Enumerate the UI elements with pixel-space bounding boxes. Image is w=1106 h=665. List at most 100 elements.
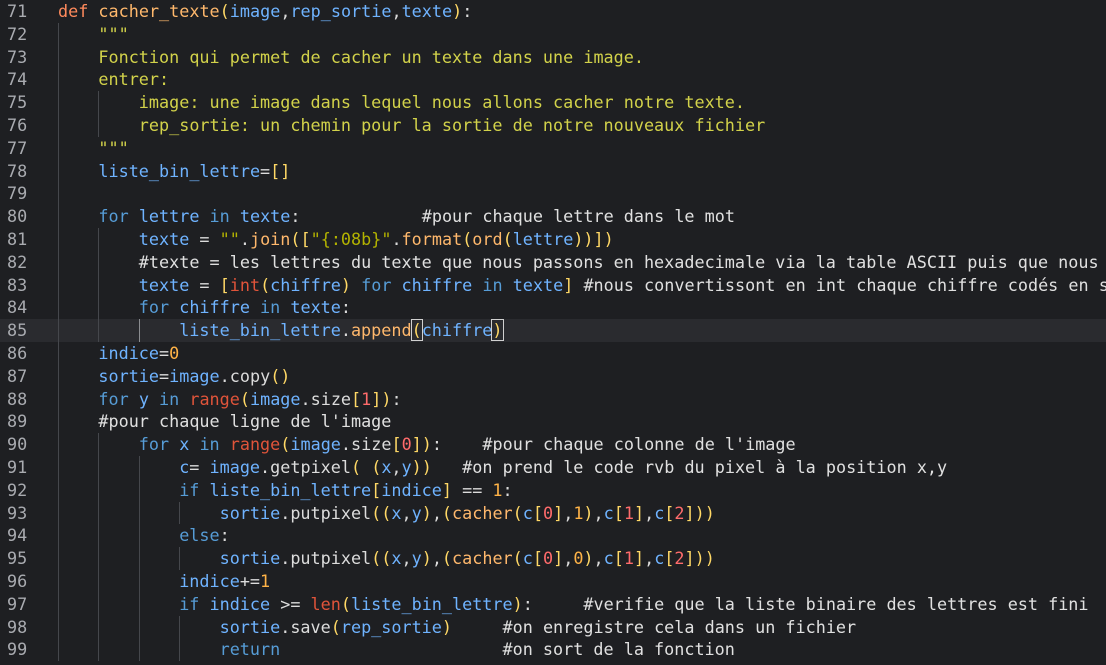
indent-guide xyxy=(58,22,59,46)
code-text[interactable]: liste_bin_lettre=[] xyxy=(98,160,290,183)
code-token: len xyxy=(310,593,341,614)
code-token: image xyxy=(249,388,301,409)
code-text[interactable]: #pour chaque ligne de l'image xyxy=(98,410,391,433)
code-text[interactable]: entrer: xyxy=(98,68,169,91)
code-text[interactable]: indice+=1 xyxy=(179,570,270,593)
code-line[interactable]: 78 liste_bin_lettre=[] xyxy=(0,159,1106,183)
code-text[interactable]: indice=0 xyxy=(98,342,179,365)
code-line[interactable]: 87 sortie=image.copy() xyxy=(0,364,1106,388)
code-token: c xyxy=(522,548,533,569)
code-token: 2 xyxy=(674,548,685,569)
code-token: ( xyxy=(371,457,382,477)
code-editor[interactable]: 71 def cacher_texte(image,rep_sortie,text… xyxy=(0,0,1106,665)
code-text[interactable]: sortie.save(rep_sortie) #on enregistre c… xyxy=(220,616,857,639)
code-text[interactable]: if indice >= len(liste_bin_lettre): #ver… xyxy=(179,593,1088,616)
code-token: texte xyxy=(512,274,564,295)
code-text[interactable]: #texte = les lettres du texte que nous p… xyxy=(139,251,1099,274)
code-line[interactable]: 72 """ xyxy=(0,22,1106,46)
code-token: "{:08b}" xyxy=(310,229,392,249)
code-token: for xyxy=(98,206,139,227)
code-text[interactable]: """ xyxy=(98,137,128,160)
code-token: ] xyxy=(563,274,584,295)
code-token: = xyxy=(199,274,220,295)
code-line[interactable]: 77 """ xyxy=(0,136,1106,160)
code-line[interactable]: 75 image: une image dans lequel nous allo… xyxy=(0,91,1106,114)
code-line[interactable]: 90 for x in range(image.size[0]): #pour c… xyxy=(0,433,1106,456)
code-text[interactable]: for chiffre in texte: xyxy=(139,296,351,319)
code-token: : xyxy=(219,525,230,546)
code-line[interactable]: 84 for chiffre in texte: xyxy=(0,296,1106,320)
code-token: : xyxy=(290,206,422,227)
code-text[interactable]: sortie=image.copy() xyxy=(98,365,290,388)
line-number: 72 xyxy=(7,23,28,44)
code-line[interactable]: 96 indice+=1 xyxy=(0,570,1106,593)
code-text[interactable]: """ xyxy=(98,23,128,46)
code-text[interactable]: image: une image dans lequel nous allons… xyxy=(139,91,745,114)
code-token: chiffre xyxy=(270,274,341,295)
code-line[interactable]: 88 for y in range(image.size[1]): xyxy=(0,387,1106,411)
code-token: . xyxy=(340,434,352,455)
code-text[interactable]: for lettre in texte: #pour chaque lettre… xyxy=(98,205,735,228)
code-line[interactable]: 95 sortie.putpixel((x,y),(cacher(c[0],0),… xyxy=(0,547,1106,570)
code-line[interactable]: 98 sortie.save(rep_sortie) #on enregistre… xyxy=(0,615,1106,639)
code-line[interactable]: 83 texte = [int(chiffre) for chiffre in t… xyxy=(0,273,1106,297)
code-text[interactable]: rep_sortie: un chemin pour la sortie de … xyxy=(139,114,765,137)
code-token: #on enregistre cela dans un fichier xyxy=(502,616,857,637)
code-token: ]) xyxy=(593,229,614,249)
code-text[interactable]: texte = [int(chiffre) for chiffre in tex… xyxy=(139,274,1106,297)
code-token: ) xyxy=(381,388,392,409)
indent-guide xyxy=(138,615,140,639)
code-line[interactable]: 82 #texte = les lettres du texte que nous… xyxy=(0,250,1106,274)
code-line[interactable]: 97 if indice >= len(liste_bin_lettre): #v… xyxy=(0,592,1106,616)
code-text[interactable]: texte = "".join(["{:08b}".format(ord(let… xyxy=(139,228,614,251)
code-line[interactable]: 86 indice=0 xyxy=(0,342,1106,365)
code-text[interactable]: c= image.getpixel( (x,y)) #on prend le c… xyxy=(179,456,947,479)
code-token: ) xyxy=(421,548,432,569)
code-text[interactable]: Fonction qui permet de cacher un texte d… xyxy=(98,46,644,69)
code-token: )) xyxy=(411,457,463,477)
code-line[interactable]: 99 return #on sort de la fonction xyxy=(0,638,1106,662)
code-text[interactable]: for y in range(image.size[1]): xyxy=(98,388,401,411)
code-token: ( xyxy=(290,229,301,249)
code-token: #verifie que la liste binaire des lettre… xyxy=(583,593,1089,614)
code-line[interactable]: 81 texte = "".join(["{:08b}".format(ord(l… xyxy=(0,228,1106,251)
code-line[interactable]: 80 for lettre in texte: #pour chaque lett… xyxy=(0,205,1106,228)
code-token: [ xyxy=(664,502,675,523)
code-token: ( xyxy=(280,434,291,455)
code-token: ) xyxy=(452,1,463,21)
indent-guide xyxy=(58,615,59,639)
code-line[interactable]: 94 else: xyxy=(0,524,1106,548)
indent-guide xyxy=(179,638,181,662)
code-token: append xyxy=(350,320,412,341)
code-line[interactable]: 74 entrer: xyxy=(0,68,1106,92)
code-token: else xyxy=(179,525,220,546)
indent-guide xyxy=(138,478,140,502)
line-number: 98 xyxy=(7,616,28,637)
line-number: 95 xyxy=(7,548,28,569)
code-line[interactable]: 85 liste_bin_lettre.append(chiffre) xyxy=(0,319,1106,342)
code-token: """ xyxy=(98,137,129,158)
code-token: () xyxy=(270,365,291,386)
code-token: , xyxy=(431,548,442,569)
code-text[interactable]: sortie.putpixel((x,y),(cacher(c[0],0),c[… xyxy=(220,547,715,570)
code-line[interactable]: 92 if liste_bin_lettre[indice] == 1: xyxy=(0,478,1106,502)
code-text[interactable]: liste_bin_lettre.append(chiffre) xyxy=(179,319,504,342)
code-token: texte xyxy=(138,274,200,295)
code-line[interactable]: 76 rep_sortie: un chemin pour la sortie d… xyxy=(0,114,1106,137)
code-line[interactable]: 79 xyxy=(0,182,1106,206)
code-line[interactable]: 91 c= image.getpixel( (x,y)) #on prend le… xyxy=(0,456,1106,479)
code-token: sortie xyxy=(219,502,281,523)
code-token: c xyxy=(603,548,614,569)
code-token: . xyxy=(219,365,230,386)
code-line[interactable]: 73 Fonction qui permet de cacher un texte… xyxy=(0,45,1106,69)
code-text[interactable]: def cacher_texte(image,rep_sortie,texte)… xyxy=(58,0,472,23)
code-line[interactable]: 93 sortie.putpixel((x,y),(cacher(c[0],1),… xyxy=(0,501,1106,525)
code-text[interactable]: sortie.putpixel((x,y),(cacher(c[0],1),c[… xyxy=(220,502,715,525)
code-text[interactable]: for x in range(image.size[0]): #pour cha… xyxy=(139,433,796,456)
indent-guide xyxy=(58,433,59,456)
code-line[interactable]: 89 #pour chaque ligne de l'image xyxy=(0,410,1106,434)
code-text[interactable]: else: xyxy=(179,524,230,547)
code-text[interactable]: if liste_bin_lettre[indice] == 1: xyxy=(179,479,512,502)
code-text[interactable]: return #on sort de la fonction xyxy=(220,638,735,661)
code-line[interactable]: 71 def cacher_texte(image,rep_sortie,text… xyxy=(0,0,1106,23)
